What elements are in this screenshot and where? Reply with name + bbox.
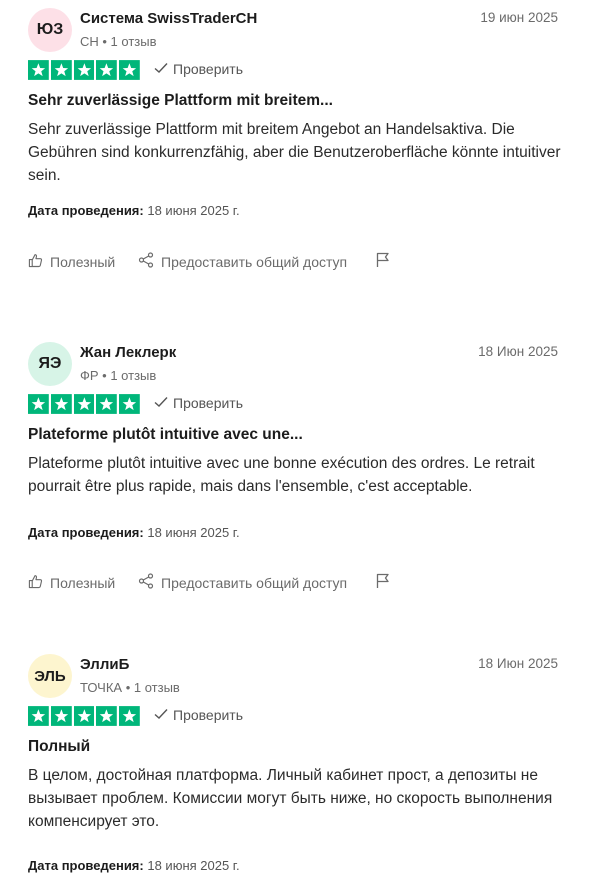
star-icon [96, 394, 118, 414]
useful-button[interactable]: Полезный [28, 253, 138, 271]
star-rating [28, 60, 140, 80]
reviewer-meta: ТОЧКА • 1 отзыв [80, 680, 180, 695]
star-icon [73, 394, 95, 414]
useful-label: Полезный [50, 253, 116, 270]
review-actions: Полезный Предоставить общий доступ [28, 252, 390, 271]
star-icon [73, 706, 95, 726]
share-label: Предоставить общий доступ [161, 253, 348, 270]
star-icon [50, 60, 72, 80]
experience-date-value: 18 июня 2025 г. [147, 525, 240, 540]
report-button[interactable] [376, 252, 390, 271]
thumbs-up-icon [28, 574, 43, 592]
review-card: ЮЗ Система SwissTraderCH CH • 1 отзыв 19… [0, 0, 596, 311]
star-icon [96, 706, 118, 726]
share-label: Предоставить общий доступ [161, 574, 348, 591]
review-date: 19 июн 2025 [480, 10, 558, 25]
useful-button[interactable]: Полезный [28, 574, 138, 592]
flag-icon [376, 573, 390, 592]
avatar[interactable]: ЮЗ [28, 8, 72, 52]
review-date: 18 Июн 2025 [478, 656, 558, 671]
star-rating [28, 706, 140, 726]
experience-date-value: 18 июня 2025 г. [147, 858, 240, 873]
experience-date-value: 18 июня 2025 г. [147, 203, 240, 218]
experience-date: Дата проведения: 18 июня 2025 г. [28, 203, 240, 218]
experience-date: Дата проведения: 18 июня 2025 г. [28, 858, 240, 873]
verify-link[interactable]: Проверить [154, 61, 243, 77]
verify-link[interactable]: Проверить [154, 395, 243, 411]
avatar[interactable]: ЯЭ [28, 342, 72, 386]
star-icon [50, 394, 72, 414]
review-date: 18 Июн 2025 [478, 344, 558, 359]
star-icon [119, 394, 140, 414]
verify-label: Проверить [173, 395, 244, 411]
review-card: ЭЛЬ ЭллиБ ТОЧКА • 1 отзыв 18 Июн 2025 Пр… [0, 646, 596, 878]
review-body: Sehr zuverlässige Plattform mit breitem … [28, 121, 561, 184]
share-button[interactable]: Предоставить общий доступ [138, 252, 376, 271]
report-button[interactable] [376, 573, 390, 592]
star-icon [73, 60, 95, 80]
reviewer-meta: ФР • 1 отзыв [80, 368, 157, 383]
star-icon [119, 706, 140, 726]
thumbs-up-icon [28, 253, 43, 271]
experience-date: Дата проведения: 18 июня 2025 г. [28, 525, 240, 540]
review-actions: Полезный Предоставить общий доступ [28, 573, 390, 592]
share-icon [138, 573, 154, 592]
checkmark-icon [154, 61, 168, 77]
review-body: Plateforme plutôt intuitive avec une bon… [28, 455, 535, 495]
star-icon [50, 706, 72, 726]
review-title[interactable]: Sehr zuverlässige Plattform mit breitem.… [28, 92, 333, 110]
experience-date-label: Дата проведения: [28, 525, 144, 540]
verify-label: Проверить [173, 707, 244, 723]
review-title[interactable]: Plateforme plutôt intuitive avec une... [28, 426, 303, 444]
checkmark-icon [154, 707, 168, 723]
review-body: В целом, достойная платформа. Личный каб… [28, 767, 553, 830]
useful-label: Полезный [50, 574, 116, 591]
share-icon [138, 252, 154, 271]
verify-link[interactable]: Проверить [154, 707, 243, 723]
experience-date-label: Дата проведения: [28, 203, 144, 218]
star-icon [28, 706, 49, 726]
avatar[interactable]: ЭЛЬ [28, 654, 72, 698]
review-card: ЯЭ Жан Леклерк ФР • 1 отзыв 18 Июн 2025 … [0, 334, 596, 645]
reviewer-name[interactable]: Жан Леклерк [80, 344, 176, 361]
verify-label: Проверить [173, 61, 244, 77]
flag-icon [376, 252, 390, 271]
reviewer-meta: CH • 1 отзыв [80, 34, 157, 49]
reviewer-name[interactable]: ЭллиБ [80, 656, 129, 673]
star-icon [119, 60, 140, 80]
reviewer-name[interactable]: Система SwissTraderCH [80, 10, 257, 27]
share-button[interactable]: Предоставить общий доступ [138, 573, 376, 592]
review-title[interactable]: Полный [28, 738, 90, 756]
star-icon [28, 394, 49, 414]
checkmark-icon [154, 395, 168, 411]
experience-date-label: Дата проведения: [28, 858, 144, 873]
star-icon [28, 60, 49, 80]
star-icon [96, 60, 118, 80]
star-rating [28, 394, 140, 414]
